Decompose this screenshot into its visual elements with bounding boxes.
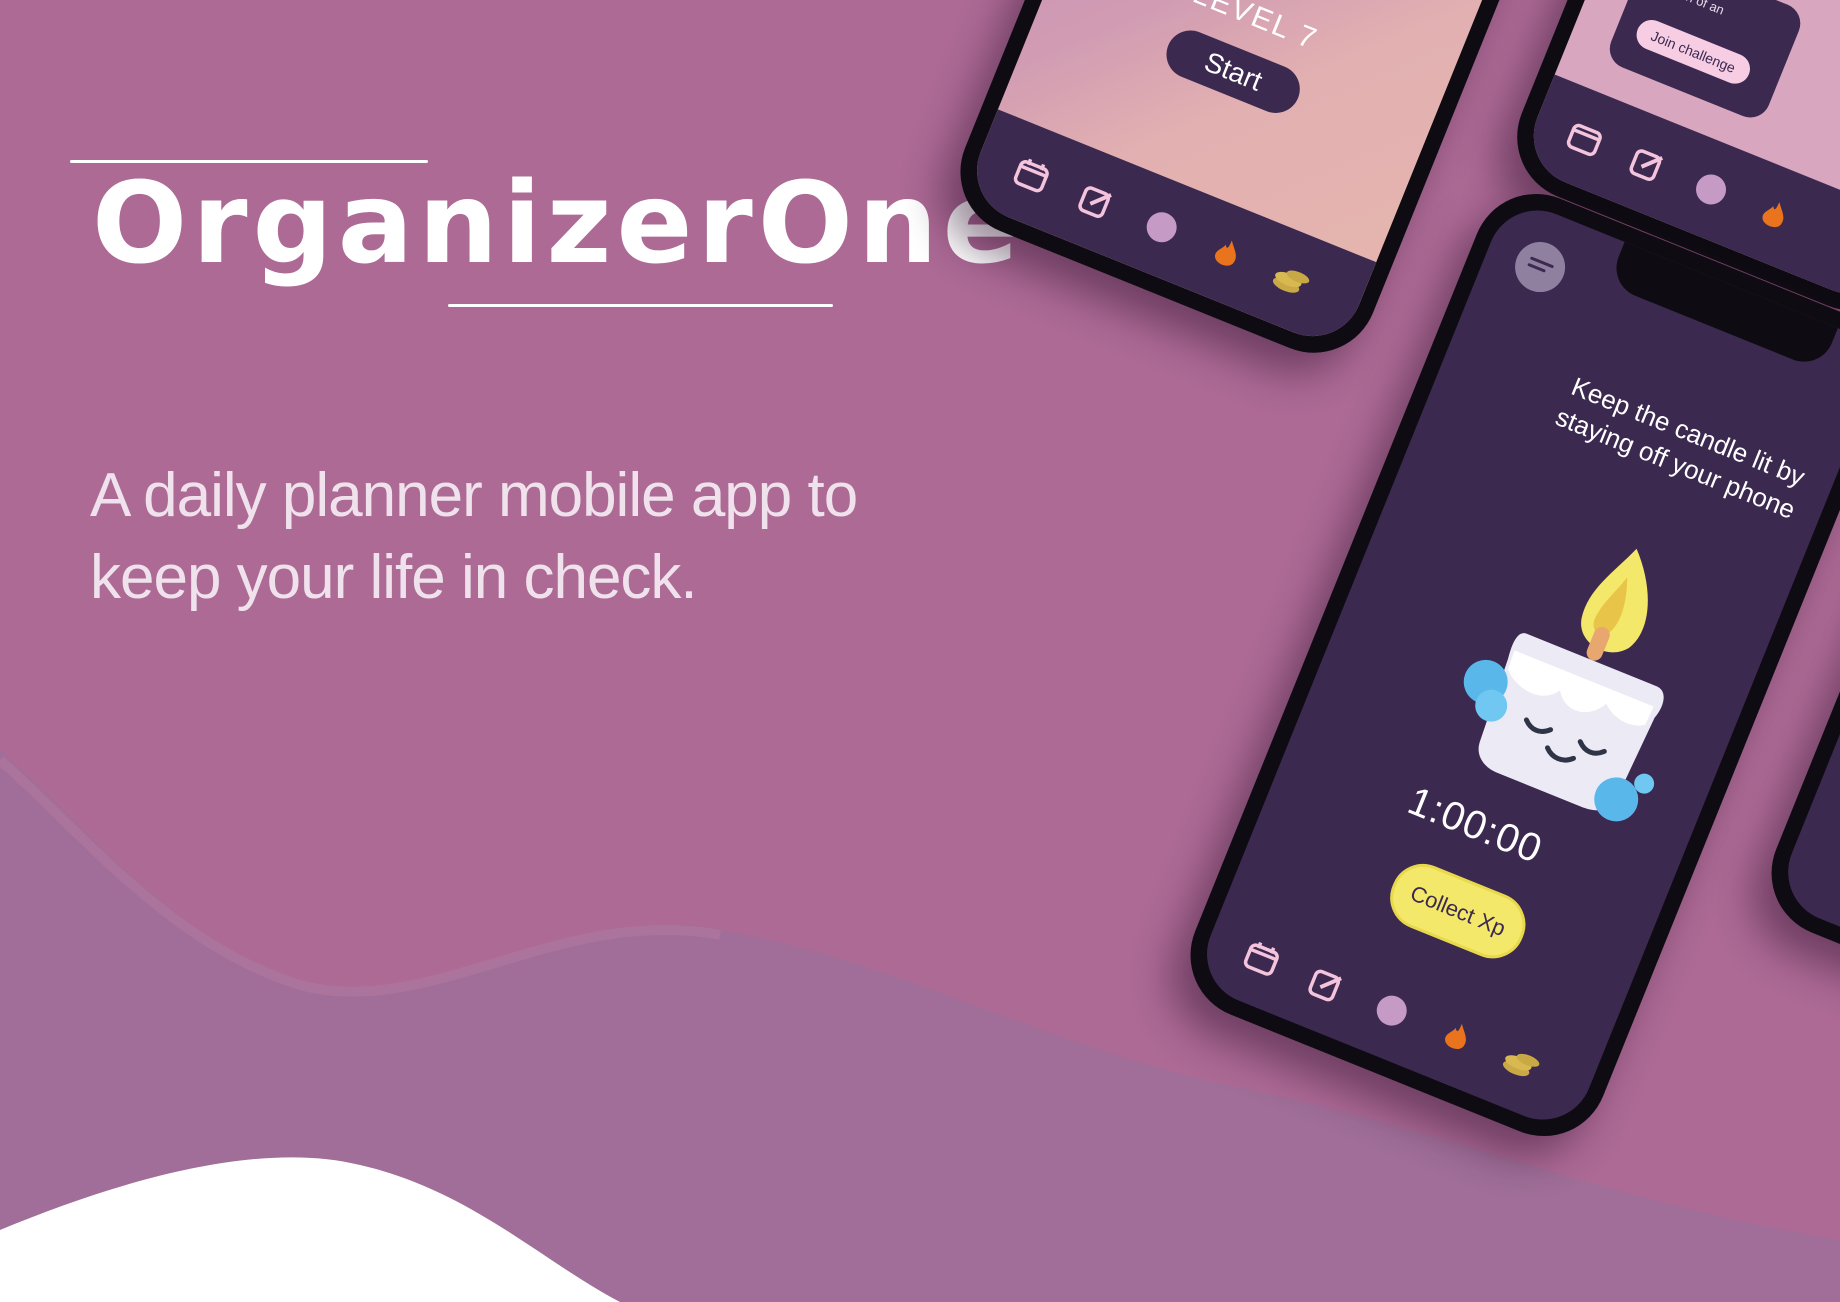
title-bottom-line [448, 304, 833, 307]
tagline: A daily planner mobile app to keep your … [90, 461, 858, 612]
menu-icon[interactable] [1507, 234, 1573, 300]
edit-icon[interactable] [1298, 956, 1355, 1013]
profile-dot-icon[interactable] [1133, 199, 1190, 256]
profile-dot-icon[interactable] [1682, 161, 1739, 218]
candle-icon [1463, 548, 1664, 822]
coins-icon[interactable] [1493, 1034, 1550, 1091]
collect-xp-button[interactable]: Collect Xp [1380, 854, 1536, 968]
profile-dot-icon[interactable] [1363, 982, 1420, 1039]
calendar-icon[interactable] [1233, 930, 1290, 987]
challenge-card: ar, span of an Join challenge [1603, 0, 1807, 124]
app-title: OrganizerOne [92, 159, 1024, 289]
flame-icon[interactable] [1745, 186, 1802, 243]
edit-icon[interactable] [1068, 172, 1125, 229]
join-challenge-button[interactable]: Join challenge [1632, 15, 1755, 89]
challenge-card-text: ar, span of an [1648, 0, 1727, 18]
edit-icon[interactable] [1619, 135, 1676, 192]
calendar-icon[interactable] [1556, 110, 1613, 167]
flame-icon[interactable] [1198, 225, 1255, 282]
coins-icon[interactable] [1263, 251, 1320, 308]
calendar-icon[interactable] [1003, 146, 1060, 203]
candle-message: Keep the candle lit by staying off your … [1551, 371, 1810, 525]
flame-icon[interactable] [1428, 1008, 1485, 1065]
